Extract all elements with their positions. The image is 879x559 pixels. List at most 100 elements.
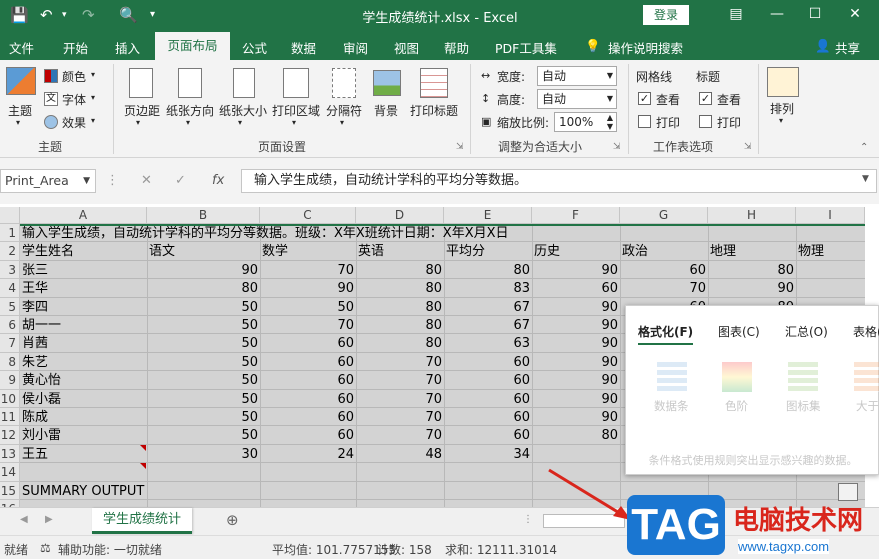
data-cell[interactable]: 60 bbox=[260, 354, 356, 371]
chevron-down-icon[interactable]: ▾ bbox=[136, 118, 140, 127]
text-cell[interactable]: 朱艺 bbox=[20, 354, 147, 371]
column-header-F[interactable]: F bbox=[532, 207, 620, 224]
row-header-3[interactable]: 3 bbox=[0, 260, 20, 280]
data-cell[interactable]: 50 bbox=[147, 299, 260, 316]
scroll-right-icon[interactable]: ▶ bbox=[45, 514, 53, 525]
text-cell[interactable]: 地理 bbox=[708, 243, 796, 260]
chevron-down-icon[interactable]: ▾ bbox=[91, 70, 95, 79]
data-cell[interactable]: 60 bbox=[260, 335, 356, 352]
text-cell[interactable]: SUMMARY OUTPUT bbox=[20, 483, 260, 500]
data-bars-icon[interactable] bbox=[657, 362, 687, 392]
data-cell[interactable]: 70 bbox=[356, 409, 444, 426]
name-box[interactable]: Print_Area ▼ bbox=[0, 169, 96, 193]
greater-than-icon[interactable] bbox=[854, 362, 879, 392]
data-cell[interactable]: 60 bbox=[444, 372, 532, 389]
data-cell[interactable]: 90 bbox=[532, 391, 620, 408]
row-header-8[interactable]: 8 bbox=[0, 352, 20, 372]
customize-quick-access-icon[interactable]: ▾ bbox=[150, 5, 155, 25]
data-cell[interactable]: 90 bbox=[532, 372, 620, 389]
data-cell[interactable]: 80 bbox=[356, 335, 444, 352]
text-cell[interactable]: 王华 bbox=[20, 280, 147, 297]
background-button[interactable]: 背景 bbox=[374, 102, 398, 119]
data-cell[interactable]: 70 bbox=[260, 262, 356, 279]
column-header-H[interactable]: H bbox=[708, 207, 796, 224]
data-cell[interactable]: 90 bbox=[532, 354, 620, 371]
headings-print-checkbox[interactable] bbox=[699, 115, 712, 128]
print-preview-icon[interactable]: 🔍 bbox=[119, 5, 138, 25]
data-cell[interactable]: 34 bbox=[444, 446, 532, 463]
share-button[interactable]: 共享 bbox=[835, 38, 860, 57]
data-cell[interactable]: 80 bbox=[356, 317, 444, 334]
tab-help[interactable]: 帮助 bbox=[444, 38, 469, 57]
chevron-down-icon[interactable]: ▾ bbox=[238, 118, 242, 127]
text-cell[interactable]: 历史 bbox=[532, 243, 620, 260]
data-cell[interactable]: 70 bbox=[620, 280, 708, 297]
headings-view-checkbox[interactable]: ✓ bbox=[699, 92, 712, 105]
print-titles-button[interactable]: 打印标题 bbox=[410, 102, 458, 119]
text-cell[interactable]: 陈成 bbox=[20, 409, 147, 426]
column-header-D[interactable]: D bbox=[356, 207, 444, 224]
cancel-icon[interactable]: ✕ bbox=[141, 173, 152, 188]
text-cell[interactable]: 政治 bbox=[620, 243, 708, 260]
minimize-icon[interactable]: — bbox=[762, 4, 792, 24]
tab-formulas[interactable]: 公式 bbox=[242, 38, 267, 57]
data-cell[interactable]: 50 bbox=[147, 354, 260, 371]
collapse-ribbon-icon[interactable]: ⌃ bbox=[860, 142, 868, 153]
data-cell[interactable]: 67 bbox=[444, 299, 532, 316]
tab-tables[interactable]: 表格( bbox=[853, 323, 879, 340]
effects-button[interactable]: 效果 bbox=[62, 114, 86, 131]
maximize-icon[interactable]: ☐ bbox=[800, 4, 830, 24]
data-cell[interactable]: 63 bbox=[444, 335, 532, 352]
data-cell[interactable]: 60 bbox=[260, 427, 356, 444]
row-header-6[interactable]: 6 bbox=[0, 316, 20, 335]
height-dropdown[interactable]: 自动 ▼ bbox=[537, 89, 617, 109]
tab-file[interactable]: 文件 bbox=[9, 38, 34, 57]
text-cell[interactable]: 学生姓名 bbox=[20, 243, 147, 260]
dialog-launcher-icon[interactable]: ⇲ bbox=[613, 142, 621, 152]
add-sheet-icon[interactable]: ⊕ bbox=[226, 511, 239, 529]
login-button[interactable]: 登录 bbox=[643, 5, 689, 25]
insert-function-icon[interactable]: fx bbox=[212, 173, 224, 188]
fonts-button[interactable]: 字体 bbox=[62, 91, 86, 108]
data-cell[interactable]: 50 bbox=[147, 335, 260, 352]
chevron-down-icon[interactable]: ▾ bbox=[292, 118, 296, 127]
row-header-12[interactable]: 12 bbox=[0, 426, 20, 445]
breaks-button[interactable]: 分隔符 bbox=[326, 102, 362, 119]
data-cell[interactable]: 70 bbox=[356, 391, 444, 408]
text-cell[interactable]: 语文 bbox=[147, 243, 260, 260]
chevron-down-icon[interactable]: ▾ bbox=[186, 118, 190, 127]
data-cell[interactable]: 50 bbox=[147, 391, 260, 408]
column-header-C[interactable]: C bbox=[260, 207, 356, 224]
column-header-B[interactable]: B bbox=[147, 207, 260, 224]
text-cell[interactable]: 平均分 bbox=[444, 243, 532, 260]
tab-data[interactable]: 数据 bbox=[291, 38, 316, 57]
data-cell[interactable]: 90 bbox=[708, 280, 796, 297]
text-cell[interactable]: 刘小雷 bbox=[20, 427, 147, 444]
spinner-arrows-icon[interactable]: ▲ ▼ bbox=[607, 113, 613, 131]
gridlines-print-checkbox[interactable] bbox=[638, 115, 651, 128]
themes-dropdown-icon[interactable]: ▾ bbox=[16, 118, 20, 127]
data-cell[interactable]: 60 bbox=[260, 391, 356, 408]
dialog-launcher-icon[interactable]: ⇲ bbox=[744, 142, 752, 152]
enter-icon[interactable]: ✓ bbox=[175, 173, 186, 188]
row-header-10[interactable]: 10 bbox=[0, 389, 20, 408]
dialog-launcher-icon[interactable]: ⇲ bbox=[456, 142, 464, 152]
text-cell[interactable]: 肖茜 bbox=[20, 335, 147, 352]
gridlines-view-checkbox[interactable]: ✓ bbox=[638, 92, 651, 105]
themes-button[interactable]: 主题 bbox=[8, 102, 32, 119]
data-cell[interactable]: 50 bbox=[147, 317, 260, 334]
data-cell[interactable]: 67 bbox=[444, 317, 532, 334]
column-header-G[interactable]: G bbox=[620, 207, 708, 224]
chevron-down-icon[interactable]: ▾ bbox=[91, 116, 95, 125]
row-header-4[interactable]: 4 bbox=[0, 279, 20, 298]
data-cell[interactable]: 24 bbox=[260, 446, 356, 463]
tab-insert[interactable]: 插入 bbox=[115, 38, 140, 57]
colors-button[interactable]: 颜色 bbox=[62, 68, 86, 85]
chevron-down-icon[interactable]: ▼ bbox=[83, 170, 90, 192]
text-cell[interactable]: 王五 bbox=[20, 446, 147, 463]
data-cell[interactable]: 90 bbox=[532, 317, 620, 334]
data-cell[interactable]: 70 bbox=[356, 427, 444, 444]
text-cell[interactable]: 侯小磊 bbox=[20, 391, 147, 408]
data-cell[interactable]: 90 bbox=[532, 335, 620, 352]
data-cell[interactable]: 60 bbox=[260, 409, 356, 426]
